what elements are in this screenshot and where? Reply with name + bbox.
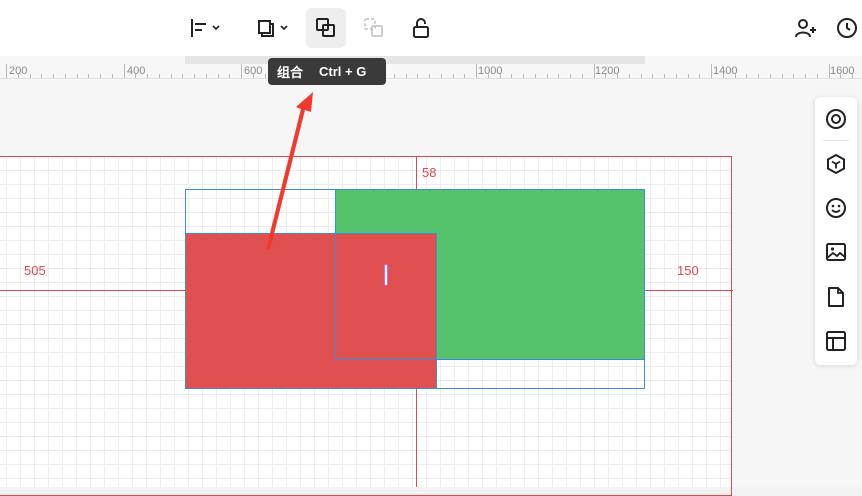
ruler-tick: [688, 74, 689, 78]
distance-label-right: 150: [677, 263, 699, 278]
ruler-tick: [699, 74, 700, 78]
ruler-tick: [394, 74, 395, 78]
file-icon: [828, 287, 844, 307]
ruler-tick: [77, 74, 78, 78]
image-icon: [826, 243, 846, 261]
ruler-tick: [782, 74, 783, 78]
history-button[interactable]: [832, 8, 862, 48]
ruler-label: 1000: [478, 65, 503, 77]
ruler-tick: [6, 64, 7, 78]
top-toolbar: [0, 0, 862, 56]
target-icon: [826, 109, 846, 129]
ruler-tick: [535, 74, 536, 78]
align-dropdown-button[interactable]: [181, 8, 229, 48]
ungroup-icon: [364, 18, 383, 37]
group-button[interactable]: [306, 8, 346, 48]
ruler-tick: [629, 74, 630, 78]
layout-button[interactable]: [822, 327, 850, 355]
panel-divider: [823, 140, 849, 141]
text-cursor-handle[interactable]: [384, 264, 388, 286]
ruler-tick: [182, 74, 183, 78]
ruler-tick: [570, 74, 571, 78]
ruler-label: 600: [244, 65, 263, 77]
unlock-icon: [413, 18, 429, 38]
ruler-tick: [406, 74, 407, 78]
emoji-button[interactable]: [822, 194, 850, 222]
ruler-tick: [523, 74, 524, 78]
add-user-icon: [795, 19, 816, 38]
ruler-tick: [464, 74, 465, 78]
tooltip-shortcut: Ctrl + G: [319, 64, 367, 79]
ruler-selection-highlight: [185, 56, 645, 64]
ruler-tick: [124, 64, 125, 78]
right-tool-panel: [815, 97, 857, 365]
ruler-tick: [218, 74, 219, 78]
distance-label-top: 58: [422, 165, 437, 180]
ruler-label: 1200: [595, 65, 620, 77]
ruler-tick: [194, 74, 195, 78]
ungroup-button[interactable]: [354, 8, 394, 48]
ruler-tick: [147, 74, 148, 78]
ruler-tick: [793, 74, 794, 78]
ruler-tick: [676, 74, 677, 78]
horizontal-ruler: 200 400 600 800 1000 1200 1400 1600: [0, 56, 862, 79]
ruler-tick: [641, 74, 642, 78]
arrange-dropdown-button[interactable]: [249, 8, 297, 48]
ruler-tick: [88, 74, 89, 78]
ruler-tick: [41, 74, 42, 78]
group-tooltip: 组合 Ctrl + G: [268, 58, 386, 85]
layout-icon: [826, 331, 846, 351]
tooltip-title: 组合: [277, 66, 304, 81]
ruler-tick: [241, 64, 242, 78]
ruler-tick: [100, 74, 101, 78]
ruler-tick: [711, 64, 712, 78]
ruler-label: 200: [9, 65, 28, 77]
ruler-tick: [171, 74, 172, 78]
target-button[interactable]: [822, 105, 850, 133]
ruler-tick: [770, 74, 771, 78]
lock-button[interactable]: [401, 8, 441, 48]
ruler-tick: [547, 74, 548, 78]
ruler-tick: [558, 74, 559, 78]
ruler-tick: [758, 74, 759, 78]
ruler-tick: [30, 74, 31, 78]
ruler-tick: [511, 74, 512, 78]
ruler-tick: [664, 74, 665, 78]
ruler-tick: [805, 74, 806, 78]
emoji-icon: [826, 198, 846, 218]
ruler-tick: [476, 64, 477, 78]
component-button[interactable]: [822, 150, 850, 178]
ruler-tick: [229, 74, 230, 78]
ruler-tick: [53, 74, 54, 78]
distance-label-left: 505: [24, 263, 46, 278]
file-button[interactable]: [822, 283, 850, 311]
ruler-tick: [417, 74, 418, 78]
cube-icon: [827, 153, 845, 175]
ruler-label: 400: [127, 65, 146, 77]
red-rectangle-shape[interactable]: [185, 233, 437, 389]
ruler-tick: [429, 74, 430, 78]
ruler-tick: [265, 74, 266, 78]
ruler-tick: [206, 74, 207, 78]
image-button[interactable]: [822, 238, 850, 266]
ruler-tick: [817, 74, 818, 78]
ruler-tick: [582, 74, 583, 78]
ruler-tick: [112, 74, 113, 78]
ruler-tick: [441, 74, 442, 78]
layer-arrange-icon: [258, 20, 288, 37]
ruler-tick: [65, 74, 66, 78]
ruler-tick: [652, 74, 653, 78]
align-left-icon: [191, 19, 220, 37]
history-icon: [837, 18, 857, 38]
ruler-tick: [746, 74, 747, 78]
ruler-label: 1600: [830, 65, 855, 77]
ruler-tick: [159, 74, 160, 78]
ruler-label: 1400: [713, 65, 738, 77]
ruler-tick: [453, 74, 454, 78]
group-icon: [316, 18, 335, 37]
add-collaborator-button[interactable]: [785, 8, 825, 48]
